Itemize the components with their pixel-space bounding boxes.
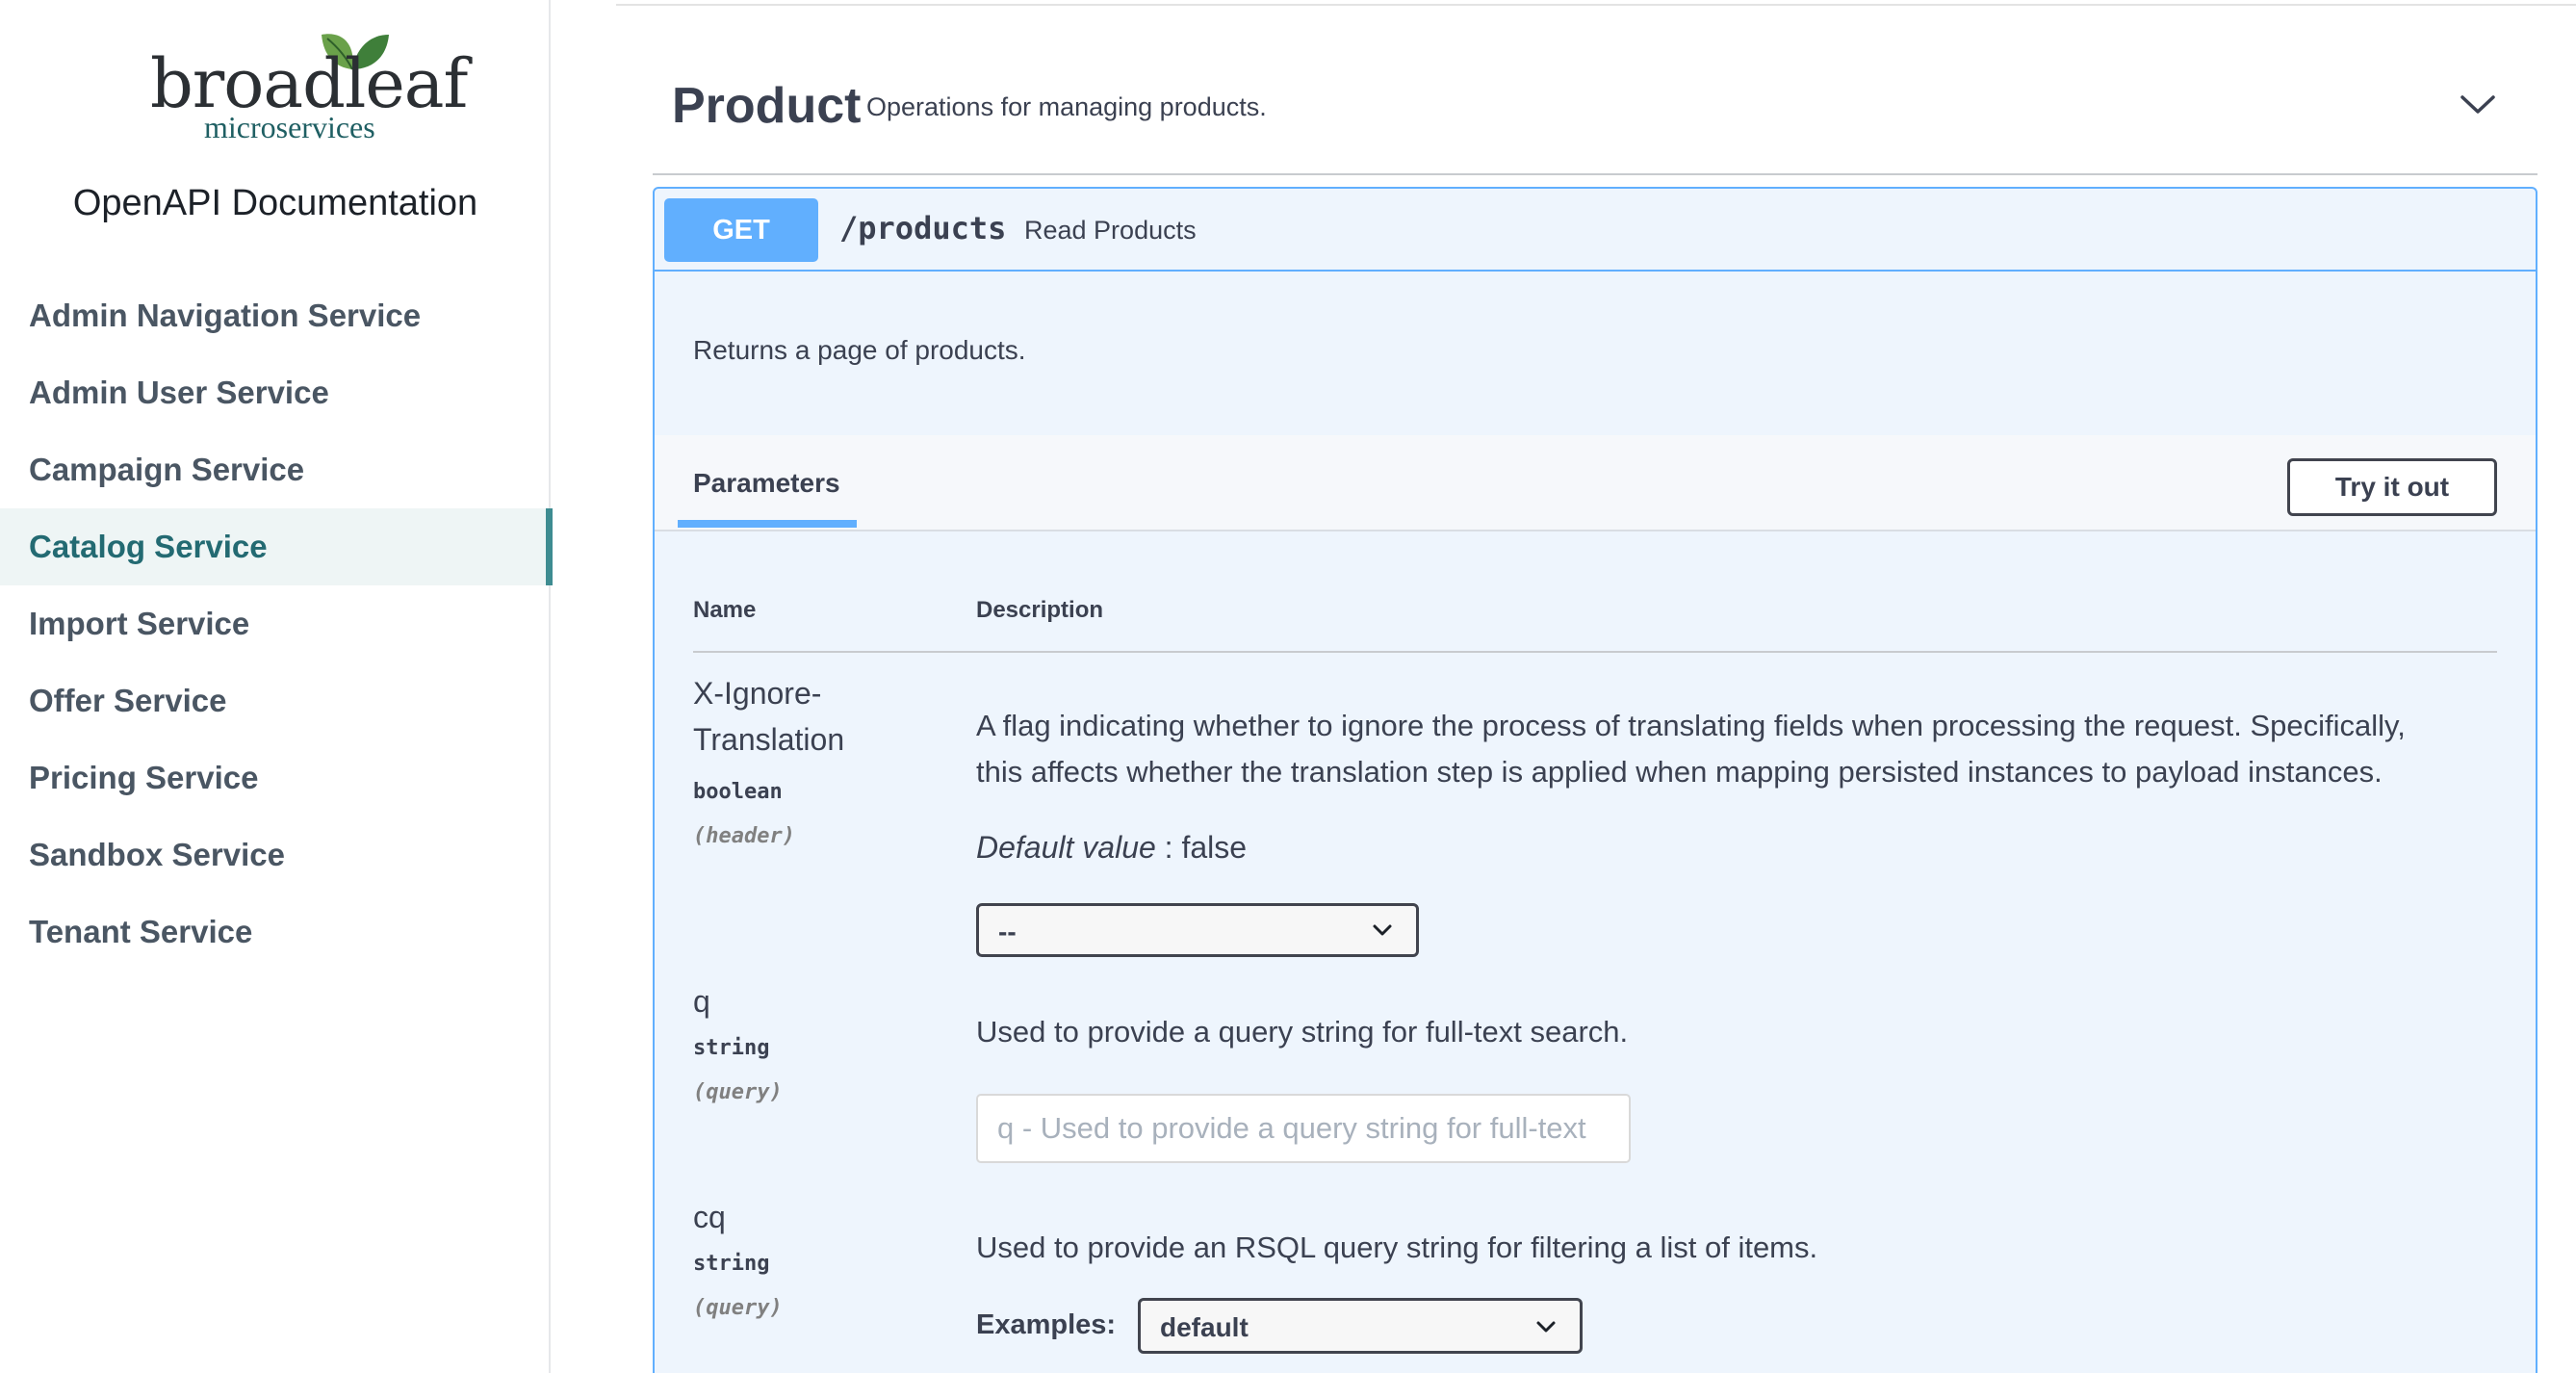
- select-value: --: [998, 917, 1017, 946]
- method-badge: GET: [664, 198, 818, 262]
- tag-section-header[interactable]: Product Operations for managing products…: [653, 77, 2537, 175]
- top-divider: [616, 4, 2576, 6]
- header-divider: [693, 651, 2497, 653]
- sidebar-item-catalog-service[interactable]: Catalog Service: [0, 508, 553, 585]
- param-name-cont: Translation: [693, 722, 845, 757]
- sidebar-item-admin-navigation-service[interactable]: Admin Navigation Service: [0, 277, 551, 354]
- param-description: Used to provide a query string for full-…: [976, 1015, 1629, 1049]
- operation-summary[interactable]: GET /products Read Products: [655, 189, 2536, 272]
- sidebar-item-tenant-service[interactable]: Tenant Service: [0, 894, 551, 971]
- logo-wordmark: broadleaf: [150, 44, 468, 123]
- column-header-name: Name: [693, 597, 757, 623]
- param-location: (header): [693, 824, 795, 848]
- sidebar-item-campaign-service[interactable]: Campaign Service: [0, 431, 551, 508]
- param-type: string: [693, 1252, 770, 1276]
- sidebar-item-admin-user-service[interactable]: Admin User Service: [0, 354, 551, 431]
- operation-summary-text: Read Products: [1024, 216, 1197, 245]
- param-description: A flag indicating whether to ignore the …: [976, 709, 2406, 742]
- chevron-down-icon: [1536, 1321, 1556, 1333]
- tag-description: Operations for managing products.: [866, 92, 1267, 121]
- param-name: q: [693, 984, 710, 1019]
- service-nav: Admin Navigation Service Admin User Serv…: [0, 277, 553, 971]
- param-description: Used to provide an RSQL query string for…: [976, 1231, 1818, 1264]
- param-default: Default value : false: [976, 830, 1247, 866]
- sidebar-item-pricing-service[interactable]: Pricing Service: [0, 739, 551, 816]
- operation-path: /products: [839, 210, 1007, 246]
- chevron-down-icon: [1373, 924, 1392, 936]
- operation-description: Returns a page of products.: [693, 335, 1026, 365]
- chevron-down-icon[interactable]: [2457, 83, 2499, 125]
- column-header-description: Description: [976, 597, 1104, 623]
- boolean-select[interactable]: --: [976, 903, 1419, 957]
- q-input[interactable]: [976, 1094, 1631, 1163]
- param-location: (query): [693, 1080, 783, 1104]
- tag-title: Product: [672, 78, 862, 134]
- default-label: Default value: [976, 830, 1156, 865]
- default-value: : false: [1155, 830, 1248, 865]
- sidebar-item-sandbox-service[interactable]: Sandbox Service: [0, 816, 551, 894]
- sidebar-item-import-service[interactable]: Import Service: [0, 585, 551, 662]
- docs-title: OpenAPI Documentation: [72, 183, 478, 223]
- parameters-header: Parameters Try it out: [655, 435, 2536, 531]
- param-name: cq: [693, 1200, 726, 1234]
- examples-label: Examples:: [976, 1309, 1117, 1340]
- param-name: X-Ignore-: [693, 676, 822, 711]
- param-description-cont: this affects whether the translation ste…: [976, 755, 2383, 789]
- sidebar: broadleaf microservices OpenAPI Document…: [0, 0, 553, 1373]
- param-type: boolean: [693, 780, 783, 804]
- param-type: string: [693, 1036, 770, 1060]
- select-value: default: [1160, 1312, 1249, 1342]
- tab-parameters[interactable]: Parameters: [693, 435, 840, 531]
- tab-active-indicator: [678, 520, 857, 528]
- try-it-out-button[interactable]: Try it out: [2287, 458, 2497, 516]
- param-location: (query): [693, 1296, 783, 1320]
- broadleaf-logo[interactable]: broadleaf microservices: [150, 29, 468, 144]
- sidebar-item-offer-service[interactable]: Offer Service: [0, 662, 551, 739]
- operation-block: GET /products Read Products Returns a pa…: [653, 187, 2537, 1373]
- logo-subtitle: microservices: [204, 110, 375, 144]
- examples-select[interactable]: default: [1138, 1298, 1583, 1354]
